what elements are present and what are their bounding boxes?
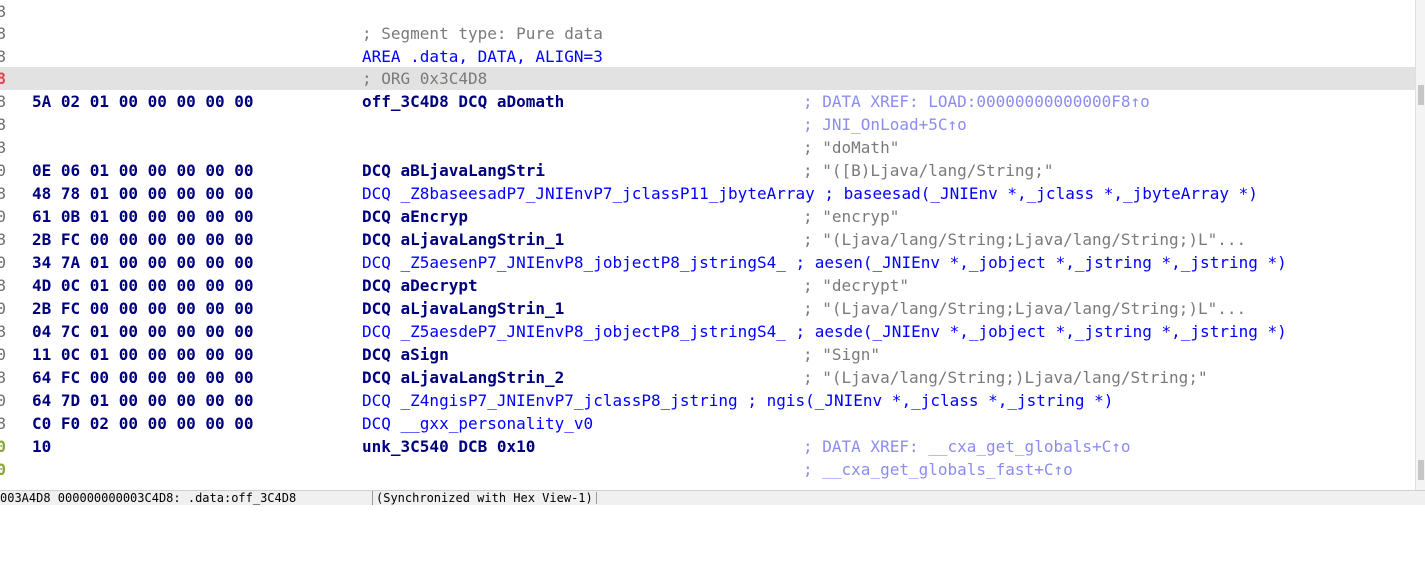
hex-bytes: 10 (32, 437, 52, 456)
listing-line-current[interactable]: 08 ; ORG 0x3C4D8 (0, 67, 1415, 90)
address: 08 (0, 47, 6, 66)
listing-line[interactable]: 28 64 FC 00 00 00 00 00 00 DCQ aLjavaLan… (0, 366, 1415, 389)
instruction[interactable]: DCQ aDecrypt (362, 274, 478, 297)
status-location: 003A4D8 000000000003C4D8: .data:off_3C4D… (0, 491, 297, 505)
listing-line[interactable]: 08 (0, 0, 1415, 23)
instruction-with-comment[interactable]: DCQ _Z5aesenP7_JNIEnvP8_jobjectP8_jstrin… (362, 251, 1287, 274)
instruction-with-comment[interactable]: DCQ _Z8baseesadP7_JNIEnvP7_jclassP11_jby… (362, 182, 1258, 205)
address: E8 (0, 184, 6, 203)
address: 08 (0, 276, 6, 295)
status-sync: (Synchronized with Hex View-1) (372, 491, 597, 505)
string-comment: ; "encryp" (803, 207, 900, 226)
string-comment: ; "([B)Ljava/lang/String;" (803, 161, 1054, 180)
address: 40 (0, 460, 6, 479)
hex-bytes: 2B FC 00 00 00 00 00 00 (32, 299, 254, 318)
listing-line[interactable]: 08 ; "doMath" (0, 136, 1415, 159)
hex-bytes: 5A 02 01 00 00 00 00 00 (32, 92, 254, 111)
instruction-with-comment[interactable]: DCQ _Z5aesdeP7_JNIEnvP8_jobjectP8_jstrin… (362, 320, 1287, 343)
listing-line[interactable]: 00 34 7A 01 00 00 00 00 00 DCQ _Z5aesenP… (0, 251, 1415, 274)
instruction-with-comment[interactable]: DCQ _Z4ngisP7_JNIEnvP7_jclassP8_jstring … (362, 389, 1113, 412)
listing-line[interactable]: 08 AREA .data, DATA, ALIGN=3 (0, 45, 1415, 68)
address: 08 (0, 69, 6, 88)
listing-line[interactable]: 08 4D 0C 01 00 00 00 00 00 DCQ aDecrypt … (0, 274, 1415, 297)
string-comment: ; "(Ljava/lang/String;Ljava/lang/String;… (803, 299, 1247, 318)
address: 30 (0, 391, 6, 410)
listing-line[interactable]: 18 04 7C 01 00 00 00 00 00 DCQ _Z5aesdeP… (0, 320, 1415, 343)
string-comment: ; "Sign" (803, 345, 881, 364)
address: 38 (0, 414, 6, 433)
instruction[interactable]: DCQ aLjavaLangStrin_2 (362, 366, 564, 389)
hex-bytes: 2B FC 00 00 00 00 00 00 (32, 230, 254, 249)
xref-comment[interactable]: ; DATA XREF: LOAD:00000000000000F8↑o (803, 90, 1150, 113)
address: 28 (0, 368, 6, 387)
hex-bytes: C0 F0 02 00 00 00 00 00 (32, 414, 254, 433)
listing-line[interactable]: E8 48 78 01 00 00 00 00 00 DCQ _Z8basees… (0, 182, 1415, 205)
listing-line[interactable]: 08 ; JNI_OnLoad+5C↑o (0, 113, 1415, 136)
hex-bytes: 64 FC 00 00 00 00 00 00 (32, 368, 254, 387)
instruction[interactable]: DCQ aBLjavaLangStri (362, 159, 545, 182)
vertical-scrollbar[interactable] (1415, 0, 1425, 490)
listing-line[interactable]: 20 11 0C 01 00 00 00 00 00 DCQ aSign ; "… (0, 343, 1415, 366)
scrollbar-thumb[interactable] (1418, 85, 1424, 105)
xref-comment[interactable]: ; __cxa_get_globals_fast+C↑o (803, 458, 1073, 481)
hex-bytes: 48 78 01 00 00 00 00 00 (32, 184, 254, 203)
address: 00 (0, 253, 6, 272)
segment-comment: ; Segment type: Pure data (362, 24, 603, 43)
listing-line[interactable]: 08 ; Segment type: Pure data (0, 22, 1415, 45)
listing-line[interactable]: 10 2B FC 00 00 00 00 00 00 DCQ aLjavaLan… (0, 297, 1415, 320)
hex-bytes: 11 0C 01 00 00 00 00 00 (32, 345, 254, 364)
scrollbar-thumb[interactable] (1418, 460, 1424, 480)
listing-line[interactable]: E0 0E 06 01 00 00 00 00 00 DCQ aBLjavaLa… (0, 159, 1415, 182)
address: 08 (0, 115, 6, 134)
address: 40 (0, 437, 6, 456)
listing-line[interactable]: F8 2B FC 00 00 00 00 00 00 DCQ aLjavaLan… (0, 228, 1415, 251)
address: 08 (0, 24, 6, 43)
listing-line[interactable]: 40 10 unk_3C540 DCB 0x10 ; DATA XREF: __… (0, 435, 1415, 458)
hex-bytes: 04 7C 01 00 00 00 00 00 (32, 322, 254, 341)
hex-bytes: 34 7A 01 00 00 00 00 00 (32, 253, 254, 272)
instruction[interactable]: DCQ aLjavaLangStrin_1 (362, 297, 564, 320)
status-bar: 003A4D8 000000000003C4D8: .data:off_3C4D… (0, 490, 1425, 505)
instruction[interactable]: off_3C4D8 DCQ aDomath (362, 90, 564, 113)
address: F0 (0, 207, 6, 226)
xref-comment[interactable]: ; JNI_OnLoad+5C↑o (803, 113, 967, 136)
hex-bytes: 64 7D 01 00 00 00 00 00 (32, 391, 254, 410)
hex-bytes: 4D 0C 01 00 00 00 00 00 (32, 276, 254, 295)
instruction[interactable]: DCQ aLjavaLangStrin_1 (362, 228, 564, 251)
instruction[interactable]: DCQ aEncryp (362, 205, 468, 228)
string-comment: ; "doMath" (803, 138, 900, 157)
string-comment: ; "(Ljava/lang/String;Ljava/lang/String;… (803, 230, 1247, 249)
address: E0 (0, 161, 6, 180)
string-comment: ; "decrypt" (803, 276, 909, 295)
hex-bytes: 0E 06 01 00 00 00 00 00 (32, 161, 254, 180)
xref-comment[interactable]: ; DATA XREF: __cxa_get_globals+C↑o (803, 435, 1131, 458)
disassembly-listing[interactable]: 08 08 ; Segment type: Pure data 08 AREA … (0, 0, 1415, 490)
listing-line[interactable]: F0 61 0B 01 00 00 00 00 00 DCQ aEncryp ;… (0, 205, 1415, 228)
address: F8 (0, 230, 6, 249)
area-directive[interactable]: AREA .data, DATA, ALIGN=3 (362, 45, 603, 68)
listing-line[interactable]: 30 64 7D 01 00 00 00 00 00 DCQ _Z4ngisP7… (0, 389, 1415, 412)
instruction[interactable]: DCQ __gxx_personality_v0 (362, 412, 593, 435)
address: 18 (0, 322, 6, 341)
address: 10 (0, 299, 6, 318)
address: 08 (0, 92, 6, 111)
address: 08 (0, 138, 6, 157)
listing-line[interactable]: 40 ; __cxa_get_globals_fast+C↑o (0, 458, 1415, 481)
org-comment: ; ORG 0x3C4D8 (362, 69, 488, 88)
hex-bytes: 61 0B 01 00 00 00 00 00 (32, 207, 254, 226)
string-comment: ; "(Ljava/lang/String;)Ljava/lang/String… (803, 368, 1208, 387)
instruction[interactable]: unk_3C540 DCB 0x10 (362, 435, 535, 458)
listing-line[interactable]: 08 5A 02 01 00 00 00 00 00 off_3C4D8 DCQ… (0, 90, 1415, 113)
address: 20 (0, 345, 6, 364)
listing-line[interactable]: 38 C0 F0 02 00 00 00 00 00 DCQ __gxx_per… (0, 412, 1415, 435)
address: 08 (0, 2, 6, 21)
instruction[interactable]: DCQ aSign (362, 343, 449, 366)
